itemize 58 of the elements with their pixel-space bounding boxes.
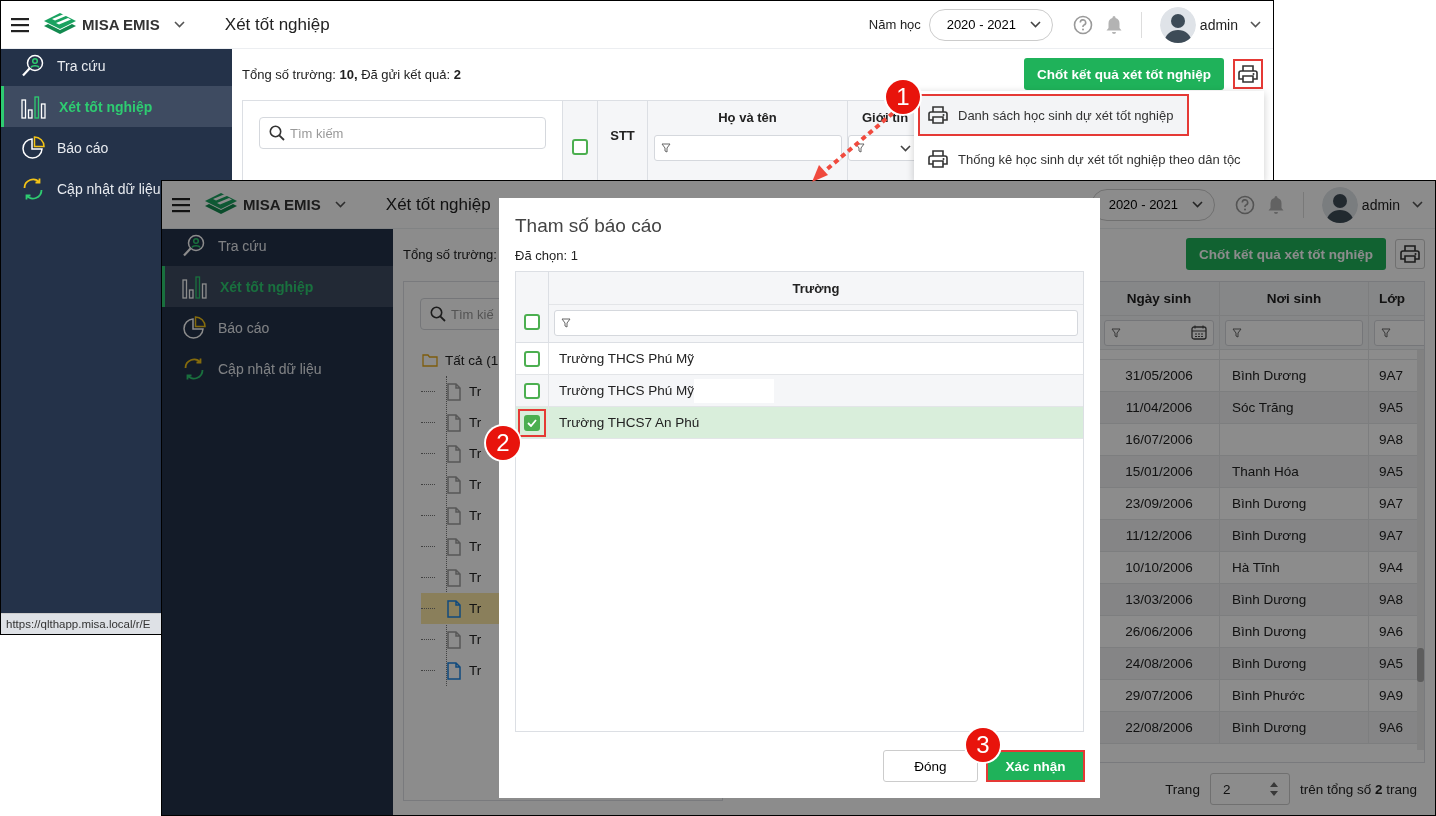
column-header: Trường [792, 280, 840, 296]
table-cell: 9A4 [1379, 560, 1404, 575]
step-badge: 3 [966, 728, 1000, 762]
table-cell: 16/07/2006 [1125, 432, 1193, 447]
table-cell: Sóc Trăng [1232, 400, 1294, 415]
table-cell: 15/01/2006 [1125, 464, 1193, 479]
table-cell: Hà Tĩnh [1232, 560, 1280, 575]
table-cell: 22/08/2006 [1125, 720, 1193, 735]
selected-count: Đã chọn: 1 [515, 248, 579, 263]
step-badge: 2 [486, 426, 520, 460]
table-cell: 9A7 [1379, 528, 1404, 543]
table-cell: 9A6 [1379, 624, 1404, 639]
table-cell: 26/06/2006 [1125, 624, 1193, 639]
table-cell: Bình Dương [1232, 528, 1307, 543]
table-cell: 11/04/2006 [1125, 400, 1193, 415]
table-cell: 9A5 [1379, 656, 1404, 671]
page-total: trên tổng số 2 trang [1299, 781, 1417, 797]
table-cell: Bình Dương [1232, 624, 1307, 639]
table-cell: 9A6 [1379, 720, 1404, 735]
column-header: Họ và tên [718, 110, 777, 125]
table-cell: 9A5 [1379, 464, 1404, 479]
table-cell: 13/03/2006 [1125, 592, 1193, 607]
table-cell: 9A9 [1379, 688, 1404, 703]
page-title: Xét tốt nghiệp [224, 14, 330, 35]
table-cell: Trường THCS7 An Phú [559, 415, 700, 430]
school-year-label: Năm học [868, 17, 921, 32]
table-cell: Bình Dương [1232, 368, 1307, 383]
table-cell: 9A7 [1379, 496, 1404, 511]
table-cell: 23/09/2006 [1125, 496, 1193, 511]
table-cell: Bình Dương [1232, 720, 1307, 735]
table-cell: Bình Dương [1232, 592, 1307, 607]
table-cell: 9A5 [1379, 400, 1404, 415]
table-cell: Bình Dương [1232, 496, 1307, 511]
table-cell: Bình Phước [1232, 688, 1305, 703]
page-title: Xét tốt nghiệp [385, 194, 491, 215]
table-cell: Bình Dương [1232, 656, 1307, 671]
column-header: Nơi sinh [1220, 282, 1369, 315]
step-badge: 1 [886, 80, 920, 114]
table-cell: 29/07/2006 [1125, 688, 1193, 703]
table-cell: 31/05/2006 [1125, 368, 1193, 383]
table-cell: 9A8 [1379, 432, 1404, 447]
status-url: https://qlthapp.misa.local/r/E [1, 613, 162, 634]
app-name: MISA EMIS [82, 16, 160, 33]
table-cell: 24/08/2006 [1125, 656, 1193, 671]
column-header: STT [610, 128, 635, 143]
table-cell: Trường THCS Phú Mỹ [559, 351, 694, 366]
table-cell: Thanh Hóa [1232, 464, 1299, 479]
column-header: Lớp [1369, 282, 1424, 315]
dialog-title: Tham số báo cáo [515, 215, 663, 237]
table-cell: 10/10/2006 [1125, 560, 1193, 575]
table-cell: 9A8 [1379, 592, 1404, 607]
table-cell: 11/12/2006 [1125, 528, 1193, 543]
table-cell: Trường THCS Phú Mỹ [559, 383, 694, 398]
table-cell: 9A7 [1379, 368, 1404, 383]
app-name: MISA EMIS [243, 196, 321, 213]
summary-text: Tổng số trường: 10, Đã gửi kết quả: 2 [242, 66, 461, 82]
summary-text: Tổng số trường: [403, 246, 497, 262]
page-label: Trang [1165, 781, 1200, 797]
